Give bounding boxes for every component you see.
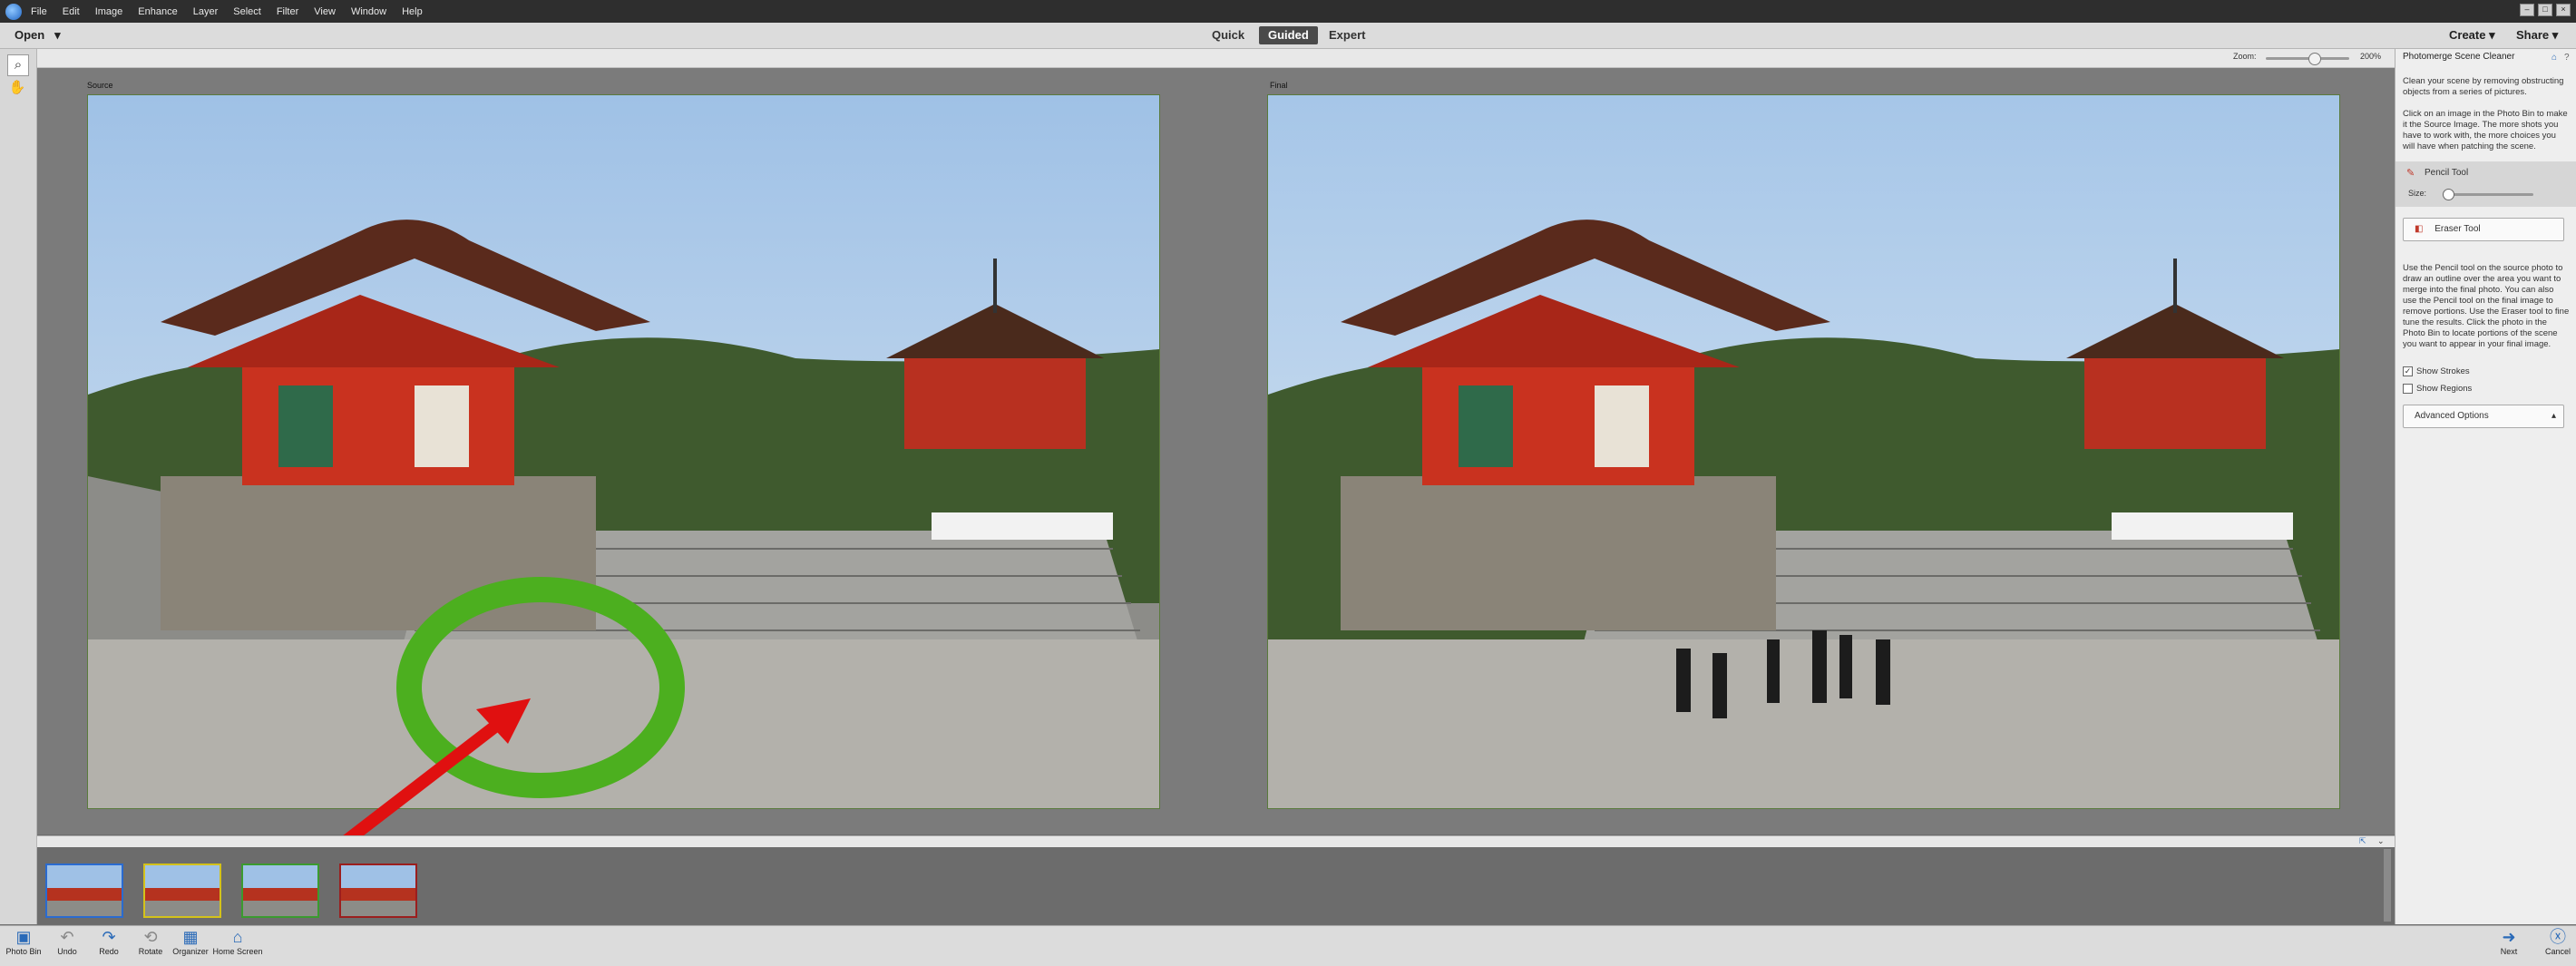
pencil-tool-label: Pencil Tool xyxy=(2425,168,2469,178)
source-label: Source xyxy=(87,81,113,90)
bin-scrollbar[interactable] xyxy=(2384,849,2391,922)
panel-intro: Clean your scene by removing obstructing… xyxy=(2403,76,2564,97)
pencil-icon: ✎ xyxy=(2406,168,2415,179)
tool-options-strip xyxy=(36,49,2395,68)
minimize-icon[interactable]: – xyxy=(2520,4,2534,16)
menu-layer[interactable]: Layer xyxy=(193,6,219,17)
home-screen-button[interactable]: ⌂ Home Screen xyxy=(210,927,265,956)
menu-select[interactable]: Select xyxy=(233,6,261,17)
menu-edit[interactable]: Edit xyxy=(63,6,80,17)
menu-image[interactable]: Image xyxy=(95,6,123,17)
size-slider-thumb[interactable] xyxy=(2443,189,2454,200)
menu-view[interactable]: View xyxy=(314,6,336,17)
bottom-bar xyxy=(0,925,2576,966)
bin-thumbnail-4[interactable] xyxy=(339,864,417,918)
tab-quick[interactable]: Quick xyxy=(1203,26,1254,44)
close-window-icon[interactable]: × xyxy=(2556,4,2571,16)
eraser-tool-label: Eraser Tool xyxy=(2435,224,2481,234)
advanced-options-label: Advanced Options xyxy=(2415,411,2489,421)
zoom-value: 200% xyxy=(2360,52,2382,61)
menu-filter[interactable]: Filter xyxy=(277,6,298,17)
next-icon: ➜ xyxy=(2502,928,2516,946)
final-label: Final xyxy=(1270,81,1288,90)
bin-thumbnail-1[interactable] xyxy=(45,864,123,918)
bin-thumbnail-2[interactable] xyxy=(143,864,221,918)
next-button[interactable]: ➜ Next xyxy=(2482,927,2536,956)
create-button[interactable]: Create ▾ xyxy=(2449,28,2495,43)
mode-bar: Open ▾ Quick Guided Expert Create ▾ Shar… xyxy=(0,23,2576,49)
cancel-icon: ⓧ xyxy=(2550,928,2566,946)
panel-instructions: Click on an image in the Photo Bin to ma… xyxy=(2403,109,2568,151)
zoom-label: Zoom: xyxy=(2233,52,2257,61)
size-label: Size: xyxy=(2408,189,2427,198)
menu-help[interactable]: Help xyxy=(402,6,423,17)
bin-collapse-icon[interactable]: ⌄ xyxy=(2377,836,2385,846)
organizer-icon: ▦ xyxy=(182,928,199,946)
size-slider[interactable] xyxy=(2443,193,2533,196)
share-button[interactable]: Share ▾ xyxy=(2516,28,2558,43)
help-icon[interactable]: ? xyxy=(2564,53,2570,63)
open-button[interactable]: Open ▾ xyxy=(15,28,61,43)
zoom-slider[interactable] xyxy=(2266,57,2349,60)
hand-tool-icon[interactable]: ✋ xyxy=(7,78,27,98)
home-icon[interactable]: ⌂ xyxy=(2552,53,2557,63)
zoom-tool-icon[interactable]: ⌕ xyxy=(7,54,29,76)
panel-help-text: Use the Pencil tool on the source photo … xyxy=(2403,263,2570,349)
organizer-button[interactable]: ▦ Organizer xyxy=(163,927,218,956)
show-regions-checkbox[interactable]: Show Regions xyxy=(2403,384,2472,394)
photo-bin-toolbar: ⇱ ⌄ xyxy=(37,835,2395,847)
home-screen-icon: ⌂ xyxy=(232,928,243,946)
show-regions-label: Show Regions xyxy=(2416,384,2473,394)
final-photo[interactable] xyxy=(1267,94,2340,809)
maximize-icon[interactable]: □ xyxy=(2538,4,2552,16)
caret-up-icon: ▴ xyxy=(2551,411,2556,421)
tab-guided[interactable]: Guided xyxy=(1259,26,1318,44)
eraser-icon: ◧ xyxy=(2415,224,2424,234)
menu-enhance[interactable]: Enhance xyxy=(138,6,177,17)
panel-title: Photomerge Scene Cleaner xyxy=(2403,52,2515,62)
show-strokes-box[interactable]: ✓ xyxy=(2403,366,2413,376)
source-photo[interactable] xyxy=(87,94,1160,809)
window-controls: – □ × xyxy=(2520,4,2571,16)
menu-window[interactable]: Window xyxy=(351,6,386,17)
app-logo-icon xyxy=(5,3,22,20)
menu-file[interactable]: File xyxy=(31,6,47,17)
menu-bar: File Edit Image Enhance Layer Select Fil… xyxy=(0,0,2576,23)
advanced-options-button[interactable]: Advanced Options ▴ xyxy=(2403,405,2564,428)
show-regions-box[interactable] xyxy=(2403,384,2413,394)
scene-cleaner-panel: Photomerge Scene Cleaner ⌂ ? Clean your … xyxy=(2395,49,2576,924)
cancel-button[interactable]: ⓧ Cancel xyxy=(2531,927,2576,956)
bin-options-icon[interactable]: ⇱ xyxy=(2359,836,2366,846)
show-strokes-label: Show Strokes xyxy=(2416,366,2470,376)
show-strokes-checkbox[interactable]: ✓ Show Strokes xyxy=(2403,366,2470,376)
tab-expert[interactable]: Expert xyxy=(1320,26,1374,44)
pencil-tool-row[interactable]: ✎ Pencil Tool Size: xyxy=(2395,161,2576,207)
bin-thumbnail-3[interactable] xyxy=(241,864,319,918)
eraser-tool-button[interactable]: ◧ Eraser Tool xyxy=(2403,218,2564,241)
left-toolbar: ⌕ ✋ xyxy=(0,49,37,924)
